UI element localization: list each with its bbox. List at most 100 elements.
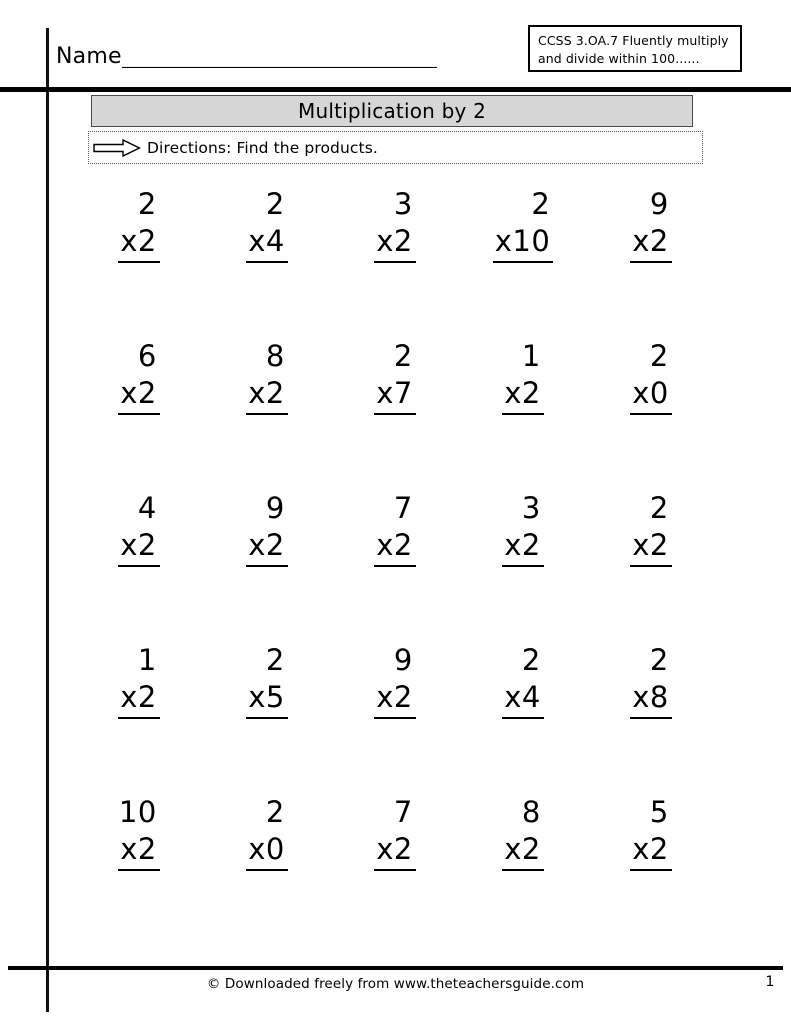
multiplicand: 5 xyxy=(649,795,669,829)
multiplicand: 1 xyxy=(521,339,541,373)
problem: 2 x4 xyxy=(502,642,544,720)
multiplier: x2 xyxy=(118,375,160,416)
problem-cell[interactable]: 6 x2 xyxy=(75,338,203,490)
multiplier: x10 xyxy=(492,223,554,264)
problem: 1 x2 xyxy=(502,338,544,416)
problem: 2 x0 xyxy=(630,338,672,416)
multiplier: x2 xyxy=(118,679,160,720)
multiplicand: 2 xyxy=(649,643,669,677)
page-title: Multiplication by 2 xyxy=(297,99,487,123)
problem-row: 1 x2 2 x5 9 x2 2 x4 2 x8 xyxy=(75,642,715,794)
multiplier: x5 xyxy=(246,679,288,720)
problem-cell[interactable]: 7 x2 xyxy=(331,794,459,946)
ccss-standard-box: CCSS 3.OA.7 Fluently multiply and divide… xyxy=(528,25,742,72)
multiplier: x2 xyxy=(118,527,160,568)
multiplier: x2 xyxy=(502,527,544,568)
problem: 6 x2 xyxy=(118,338,160,416)
multiplier: x2 xyxy=(630,223,672,264)
problem-cell[interactable]: 2 x8 xyxy=(587,642,715,794)
multiplier: x2 xyxy=(118,831,160,872)
multiplier: x0 xyxy=(246,831,288,872)
problem-cell[interactable]: 9 x2 xyxy=(203,490,331,642)
multiplicand: 7 xyxy=(393,491,413,525)
problem-cell[interactable]: 2 x2 xyxy=(587,490,715,642)
problem: 2 x7 xyxy=(374,338,416,416)
worksheet-title-bar: Multiplication by 2 xyxy=(91,95,693,127)
multiplicand: 2 xyxy=(137,187,157,221)
multiplier: x2 xyxy=(374,527,416,568)
problem: 10 x2 xyxy=(118,794,160,872)
multiplier: x8 xyxy=(630,679,672,720)
problem: 8 x2 xyxy=(246,338,288,416)
problem-cell[interactable]: 9 x2 xyxy=(587,186,715,338)
multiplier: x4 xyxy=(246,223,288,264)
header-divider-rule xyxy=(0,87,791,92)
problem: 9 x2 xyxy=(246,490,288,568)
ccss-line-1: CCSS 3.OA.7 Fluently multiply xyxy=(538,33,729,48)
problem: 5 x2 xyxy=(630,794,672,872)
problem: 8 x2 xyxy=(502,794,544,872)
problem-cell[interactable]: 2 x4 xyxy=(459,642,587,794)
multiplier: x2 xyxy=(502,831,544,872)
directions-box: Directions: Find the products. xyxy=(88,131,703,164)
multiplicand: 1 xyxy=(137,643,157,677)
left-margin-rule xyxy=(46,28,49,1012)
problem-cell[interactable]: 5 x2 xyxy=(587,794,715,946)
ccss-line-2: and divide within 100...... xyxy=(538,51,700,67)
multiplier: x2 xyxy=(374,223,416,264)
problem-cell[interactable]: 7 x2 xyxy=(331,490,459,642)
multiplicand: 4 xyxy=(137,491,157,525)
problem: 2 x2 xyxy=(118,186,160,264)
problem-cell[interactable]: 3 x2 xyxy=(331,186,459,338)
problem: 1 x2 xyxy=(118,642,160,720)
problem: 3 x2 xyxy=(502,490,544,568)
multiplicand: 2 xyxy=(649,339,669,373)
problem-cell[interactable]: 2 x7 xyxy=(331,338,459,490)
problem-grid: 2 x2 2 x4 3 x2 2 x10 9 x2 6 x2 8 x2 2 x7 1 x2 2 x0 4 x2 9 x2 7 x2… xyxy=(75,186,715,886)
problem-cell[interactable]: 3 x2 xyxy=(459,490,587,642)
multiplicand: 7 xyxy=(393,795,413,829)
directions-text: Directions: Find the products. xyxy=(147,138,378,157)
multiplicand: 2 xyxy=(265,795,285,829)
problem-cell[interactable]: 2 x0 xyxy=(203,794,331,946)
multiplicand: 9 xyxy=(393,643,413,677)
name-label: Name xyxy=(56,44,122,69)
problem-cell[interactable]: 8 x2 xyxy=(203,338,331,490)
multiplicand: 9 xyxy=(265,491,285,525)
multiplicand: 6 xyxy=(137,339,157,373)
problem-cell[interactable]: 2 x2 xyxy=(75,186,203,338)
multiplier: x2 xyxy=(246,527,288,568)
problem: 2 x10 xyxy=(492,186,554,264)
problem-cell[interactable]: 2 x10 xyxy=(459,186,587,338)
problem-cell[interactable]: 2 x0 xyxy=(587,338,715,490)
problem-cell[interactable]: 4 x2 xyxy=(75,490,203,642)
problem: 7 x2 xyxy=(374,794,416,872)
problem-cell[interactable]: 9 x2 xyxy=(331,642,459,794)
problem: 4 x2 xyxy=(118,490,160,568)
multiplicand: 2 xyxy=(265,643,285,677)
multiplicand: 2 xyxy=(531,187,551,221)
problem-cell[interactable]: 2 x4 xyxy=(203,186,331,338)
page-number: 1 xyxy=(765,974,775,990)
problem: 2 x4 xyxy=(246,186,288,264)
problem-row: 10 x2 2 x0 7 x2 8 x2 5 x2 xyxy=(75,794,715,946)
name-field[interactable]: Name ______________________________ xyxy=(56,28,476,68)
right-arrow-icon xyxy=(93,138,141,157)
multiplier: x7 xyxy=(374,375,416,416)
problem-cell[interactable]: 2 x5 xyxy=(203,642,331,794)
problem-cell[interactable]: 10 x2 xyxy=(75,794,203,946)
multiplicand: 3 xyxy=(393,187,413,221)
multiplier: x4 xyxy=(502,679,544,720)
problem: 2 x2 xyxy=(630,490,672,568)
problem: 7 x2 xyxy=(374,490,416,568)
multiplier: x2 xyxy=(630,527,672,568)
problem-cell[interactable]: 1 x2 xyxy=(459,338,587,490)
multiplier: x0 xyxy=(630,375,672,416)
problem-cell[interactable]: 1 x2 xyxy=(75,642,203,794)
problem: 2 x5 xyxy=(246,642,288,720)
problem: 9 x2 xyxy=(374,642,416,720)
multiplicand: 10 xyxy=(118,795,157,829)
problem-cell[interactable]: 8 x2 xyxy=(459,794,587,946)
multiplicand: 9 xyxy=(649,187,669,221)
problem: 2 x0 xyxy=(246,794,288,872)
